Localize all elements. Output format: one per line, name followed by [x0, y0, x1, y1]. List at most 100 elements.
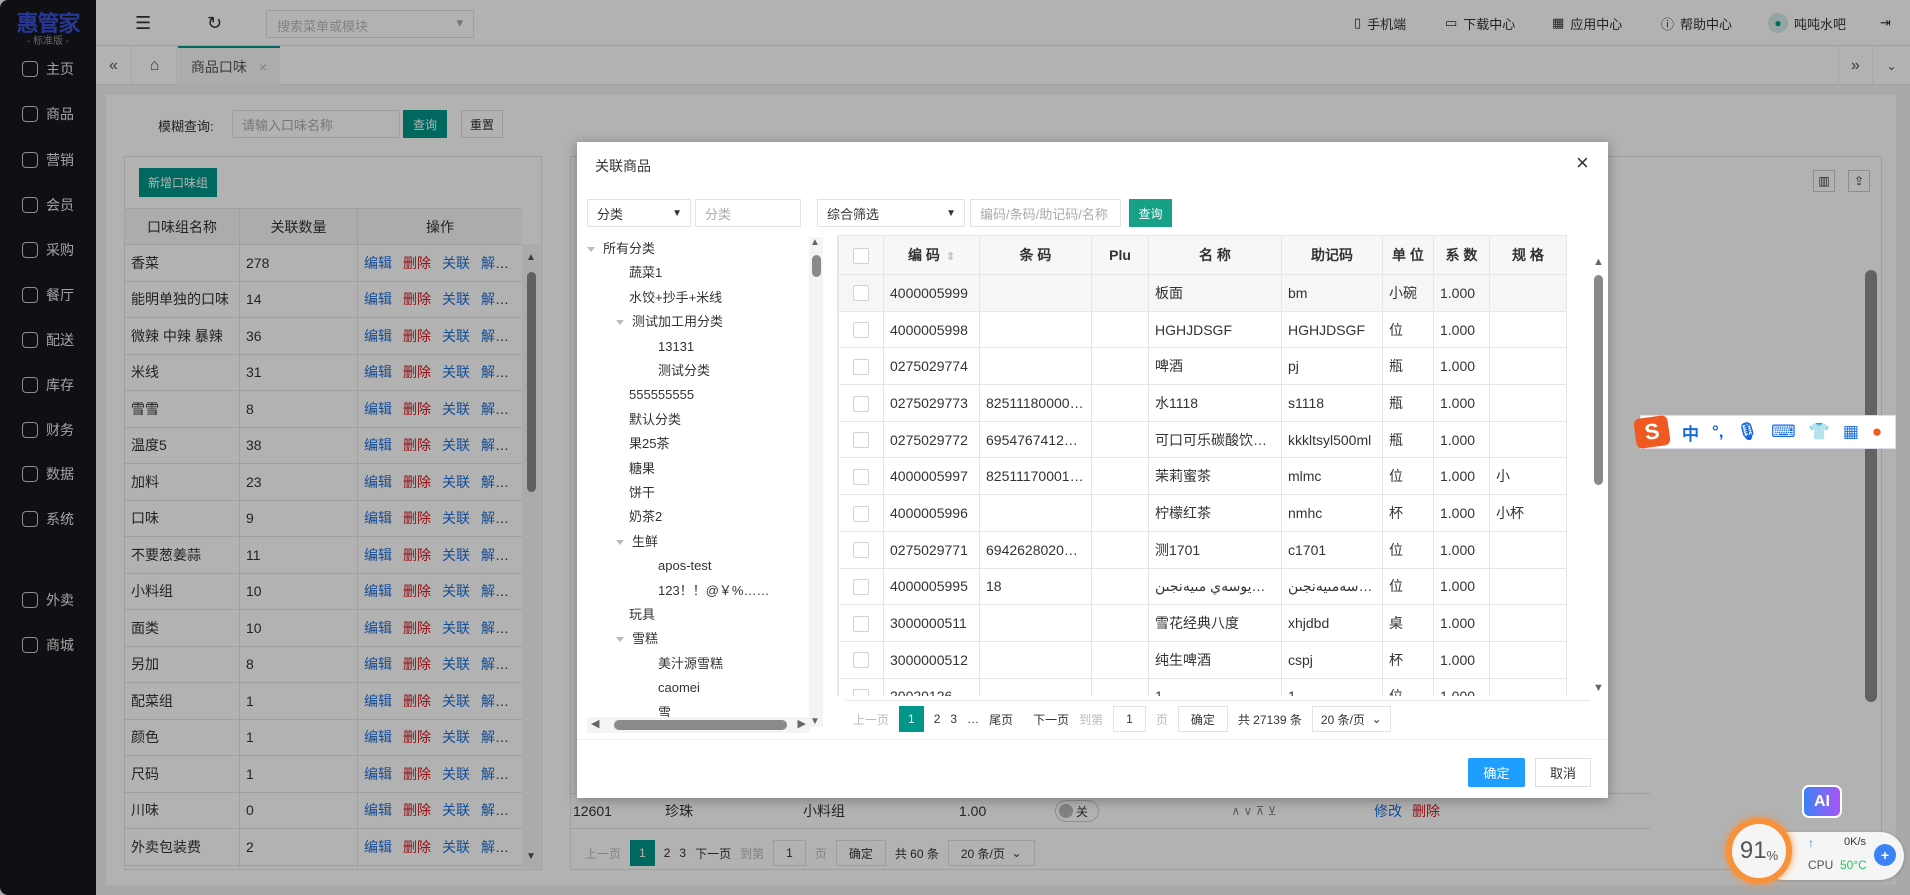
scroll-left-icon[interactable]: ◀: [591, 717, 599, 730]
checkbox[interactable]: [853, 615, 869, 632]
tree-node[interactable]: 糖果: [629, 458, 655, 480]
scroll-up-icon[interactable]: ▲: [1593, 256, 1604, 268]
product-row[interactable]: 0275029772 6954767412573 可口可乐碳酸饮料… kkkltsyl…: [838, 420, 1567, 459]
page-1[interactable]: 1: [899, 706, 924, 732]
expand-caret-icon[interactable]: [616, 539, 624, 545]
row-checkbox[interactable]: [838, 420, 884, 459]
tree-node[interactable]: 生鲜: [616, 531, 658, 553]
product-row[interactable]: 4000005996 柠檬红茶 nmhc 杯 1.000 小杯: [838, 494, 1567, 532]
page-2[interactable]: 2: [934, 712, 941, 726]
page-size-select[interactable]: 20 条/页 ⌄: [1311, 706, 1391, 732]
memory-usage-ball[interactable]: 91%: [1726, 818, 1792, 884]
row-checkbox[interactable]: [838, 604, 884, 642]
row-checkbox[interactable]: [838, 310, 884, 349]
skin-shirt-icon[interactable]: 👕: [1809, 422, 1830, 442]
scroll-down-icon[interactable]: ▼: [1593, 682, 1604, 694]
product-row[interactable]: 0275029774 啤酒 pj 瓶 1.000: [838, 347, 1567, 386]
tree-node[interactable]: 雪糕: [616, 628, 658, 650]
product-row[interactable]: 2002012611位1.000: [838, 677, 1567, 696]
tree-hscrollbar[interactable]: ◀ ▶: [587, 717, 810, 733]
tree-node[interactable]: apos-test: [658, 555, 711, 577]
sogou-logo-icon[interactable]: S: [1633, 414, 1671, 450]
tree-node[interactable]: 测试分类: [658, 360, 710, 382]
goto-confirm-button[interactable]: 确定: [1177, 706, 1228, 732]
row-checkbox[interactable]: [838, 347, 884, 386]
product-row[interactable]: 400000599518 يوسەي مىيەنجىن凉拌…يوسەمىيەنجى…: [838, 567, 1567, 606]
row-checkbox[interactable]: [838, 677, 884, 696]
row-checkbox[interactable]: [838, 494, 884, 532]
ime-mode-toggle[interactable]: 中: [1682, 420, 1699, 445]
tree-vscrollbar[interactable]: ▲ ▼: [809, 237, 823, 727]
product-row[interactable]: 4000005999 板面 bm 小碗 1.000: [838, 274, 1567, 312]
category-input[interactable]: 分类: [695, 199, 801, 227]
plus-icon[interactable]: +: [1874, 844, 1896, 866]
checkbox[interactable]: [853, 505, 869, 522]
tree-node[interactable]: 测试加工用分类: [616, 311, 723, 333]
checkbox[interactable]: [853, 689, 869, 696]
tree-node[interactable]: 默认分类: [629, 409, 681, 431]
checkbox[interactable]: [853, 395, 869, 412]
select-all-checkbox[interactable]: [838, 235, 884, 275]
scrollbar-thumb[interactable]: [812, 255, 821, 277]
tree-node[interactable]: 13131: [658, 336, 694, 358]
next-page[interactable]: 下一页: [1033, 711, 1069, 728]
page-3[interactable]: 3: [950, 712, 957, 726]
mascot-icon[interactable]: ●: [1872, 422, 1882, 442]
scrollbar-thumb[interactable]: [1594, 275, 1603, 485]
checkbox[interactable]: [853, 432, 869, 449]
tree-node[interactable]: 所有分类: [587, 238, 655, 260]
product-row[interactable]: 0275029771 694262802059… 测1701 c1701 位 1.000: [838, 530, 1567, 569]
close-icon[interactable]: ×: [1576, 150, 1589, 176]
product-table-scrollbar[interactable]: ▲ ▼: [1590, 235, 1608, 696]
checkbox[interactable]: [853, 322, 869, 339]
sort-icon[interactable]: ⇕: [946, 251, 955, 263]
ai-button[interactable]: AI: [1802, 785, 1842, 818]
product-search-input[interactable]: 编码/条码/助记码/名称: [970, 199, 1121, 227]
checkbox[interactable]: [853, 652, 869, 669]
tree-node[interactable]: caomei: [658, 677, 700, 699]
product-row[interactable]: 3000000511 雪花经典八度 xhjdbd 桌 1.000: [838, 604, 1567, 642]
expand-caret-icon[interactable]: [616, 320, 624, 326]
apps-grid-icon[interactable]: ▦: [1843, 422, 1859, 442]
expand-caret-icon[interactable]: [616, 637, 624, 643]
product-row[interactable]: 4000005998 HGHJDSGF HGHJDSGF 位 1.000: [838, 310, 1567, 349]
checkbox[interactable]: [853, 578, 869, 595]
tree-node[interactable]: 果25茶: [629, 433, 669, 455]
filter-type-select[interactable]: 综合筛选 ▼: [817, 199, 965, 227]
row-checkbox[interactable]: [838, 274, 884, 312]
row-checkbox[interactable]: [838, 530, 884, 569]
microphone-icon[interactable]: 🎙: [1737, 422, 1759, 442]
row-checkbox[interactable]: [838, 384, 884, 422]
tree-node[interactable]: 水饺+抄手+米线: [629, 287, 722, 309]
ime-punct-toggle[interactable]: °,: [1712, 422, 1724, 442]
checkbox[interactable]: [853, 542, 869, 559]
confirm-button[interactable]: 确定: [1468, 758, 1525, 787]
tree-node[interactable]: 美汁源雪糕: [658, 653, 723, 675]
tree-node[interactable]: 555555555: [629, 384, 694, 406]
tree-node[interactable]: 123！！@￥%……: [658, 580, 769, 602]
expand-caret-icon[interactable]: [587, 247, 595, 253]
goto-page-input[interactable]: 1: [1113, 706, 1146, 732]
row-checkbox[interactable]: [838, 640, 884, 679]
keyboard-icon[interactable]: ⌨: [1771, 422, 1796, 442]
last-page[interactable]: 尾页: [989, 711, 1013, 728]
row-checkbox[interactable]: [838, 457, 884, 496]
tree-node[interactable]: 饼干: [629, 482, 655, 504]
scrollbar-thumb[interactable]: [614, 720, 787, 730]
checkbox[interactable]: [853, 285, 869, 302]
scroll-right-icon[interactable]: ▶: [798, 717, 806, 730]
tree-node[interactable]: 玩具: [629, 604, 655, 626]
checkbox[interactable]: [853, 468, 869, 485]
product-row[interactable]: 0275029773 8251118000020 水1118 s1118 瓶 1.000: [838, 384, 1567, 422]
product-row[interactable]: 4000005997 8251117000106 茉莉蜜茶 mlmc 位 1.000 小: [838, 457, 1567, 496]
category-type-select[interactable]: 分类 ▼: [587, 199, 691, 227]
scroll-up-icon[interactable]: ▲: [810, 237, 820, 248]
tree-node[interactable]: 奶茶2: [629, 506, 662, 528]
tree-node[interactable]: 蔬菜1: [629, 262, 662, 284]
product-row[interactable]: 3000000512 纯生啤酒 cspj 杯 1.000: [838, 640, 1567, 679]
prev-page[interactable]: 上一页: [853, 711, 889, 728]
cancel-button[interactable]: 取消: [1535, 758, 1591, 787]
scroll-down-icon[interactable]: ▼: [810, 716, 820, 727]
row-checkbox[interactable]: [838, 567, 884, 606]
product-query-button[interactable]: 查询: [1129, 199, 1172, 227]
